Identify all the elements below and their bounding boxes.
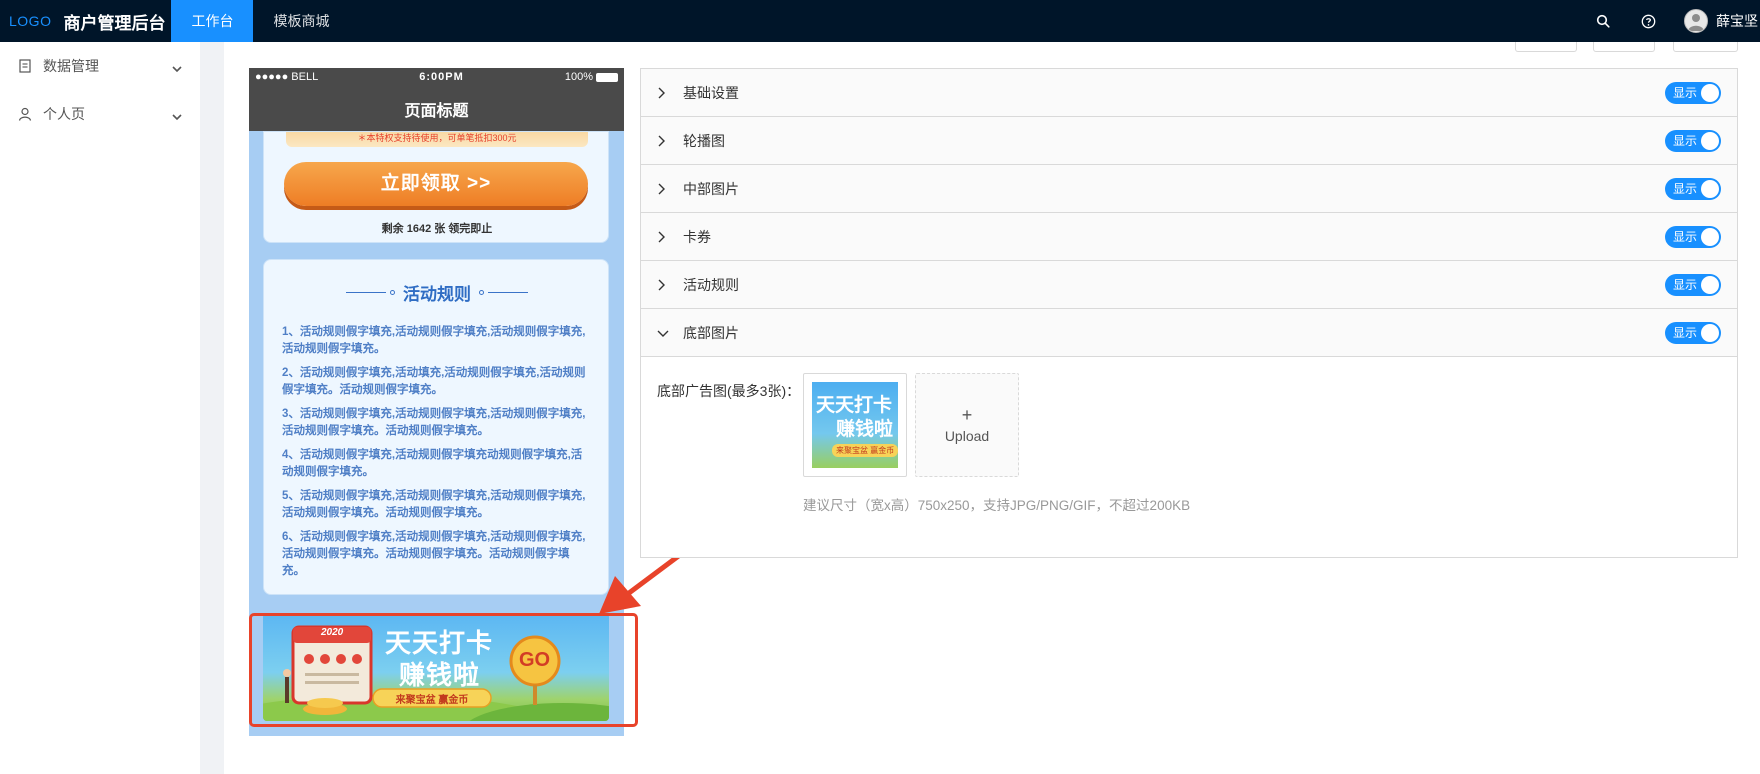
- rule-item: 6、活动规则假字填充,活动规则假字填充,活动规则假字填充,活动规则假字填充。活动…: [282, 531, 586, 577]
- toggle-knob: [1701, 132, 1719, 150]
- dot-icon: [390, 289, 395, 295]
- chevron-down-icon: [657, 327, 669, 339]
- toggle-text: 显示: [1673, 182, 1698, 196]
- chevron-right-icon: [657, 183, 669, 195]
- section-basic-settings[interactable]: 基础设置 显示: [641, 69, 1737, 117]
- display-toggle[interactable]: 显示: [1665, 82, 1721, 104]
- display-toggle[interactable]: 显示: [1665, 274, 1721, 296]
- logo: LOGO: [9, 13, 52, 29]
- phone-page-title: 页面标题: [249, 86, 624, 131]
- display-toggle[interactable]: 显示: [1665, 226, 1721, 248]
- toggle-text: 显示: [1673, 326, 1698, 340]
- rule-item: 1、活动规则假字填充,活动规则假字填充,活动规则假字填充,活动规则假字填充。: [282, 326, 586, 355]
- chevron-right-icon: [657, 135, 669, 147]
- chevron-right-icon: [657, 87, 669, 99]
- sidebar-item-label: 个人页: [43, 106, 85, 122]
- bottom-image-body: 底部广告图(最多3张)： 天天打卡 赚钱啦 来聚宝盆 赢金币 + Upload …: [641, 357, 1737, 554]
- chevron-down-icon: [172, 60, 182, 76]
- search-icon[interactable]: [1594, 12, 1612, 30]
- battery-icon: [595, 72, 618, 82]
- thumb-tag: 来聚宝盆 赢金币: [832, 444, 898, 457]
- toggle-knob: [1701, 324, 1719, 342]
- time-text: 6:00PM: [419, 71, 464, 83]
- upload-hint: 建议尺寸（宽x高）750x250，支持JPG/PNG/GIF，不超过200KB: [803, 498, 1191, 513]
- toggle-knob: [1701, 228, 1719, 246]
- toolbar-button[interactable]: [1515, 42, 1577, 52]
- section-coupon[interactable]: 卡券 显示: [641, 213, 1737, 261]
- section-label: 基础设置: [683, 84, 739, 101]
- upload-button[interactable]: + Upload: [915, 373, 1019, 477]
- section-label: 轮播图: [683, 132, 725, 149]
- upload-text: Upload: [944, 428, 990, 444]
- toolbar-button[interactable]: [1593, 42, 1655, 52]
- rules-card: 活动规则 1、活动规则假字填充,活动规则假字填充,活动规则假字填充,活动规则假字…: [263, 259, 609, 595]
- chevron-right-icon: [657, 279, 669, 291]
- toggle-text: 显示: [1673, 230, 1698, 244]
- section-label: 底部图片: [683, 324, 739, 341]
- rules-list: 1、活动规则假字填充,活动规则假字填充,活动规则假字填充,活动规则假字填充。 2…: [282, 324, 592, 587]
- chevron-right-icon: [657, 231, 669, 243]
- top-header: LOGO 商户管理后台 工作台 模板商城 薛宝坚: [0, 0, 1760, 42]
- sidebar-item-personal[interactable]: 个人页: [0, 90, 200, 138]
- rule-item: 3、活动规则假字填充,活动规则假字填充,活动规则假字填充,活动规则假字填充。活动…: [282, 408, 586, 437]
- carrier-text: ●●●●● BELL: [255, 71, 319, 83]
- display-toggle[interactable]: 显示: [1665, 322, 1721, 344]
- divider: [488, 291, 528, 293]
- help-icon[interactable]: [1639, 12, 1657, 30]
- toolbar-button[interactable]: [1673, 42, 1738, 52]
- section-label: 活动规则: [683, 276, 739, 293]
- highlight-box: [249, 613, 638, 727]
- tab-template-store[interactable]: 模板商城: [253, 0, 349, 42]
- thumbnail-image: 天天打卡 赚钱啦 来聚宝盆 赢金币: [812, 382, 898, 468]
- coupon-strip: ＊本特权支持待使用，可单笔抵扣300元: [286, 132, 588, 147]
- rule-item: 5、活动规则假字填充,活动规则假字填充,活动规则假字填充,活动规则假字填充。活动…: [282, 490, 586, 519]
- avatar[interactable]: [1684, 9, 1708, 33]
- section-label: 卡券: [683, 228, 711, 245]
- toggle-text: 显示: [1673, 134, 1698, 148]
- user-name[interactable]: 薛宝坚: [1716, 11, 1760, 31]
- upload-label: 底部广告图(最多3张)：: [657, 383, 801, 399]
- app-title: 商户管理后台: [63, 13, 166, 33]
- display-toggle[interactable]: 显示: [1665, 130, 1721, 152]
- sidebar-item-data-management[interactable]: 数据管理: [0, 42, 200, 90]
- toggle-text: 显示: [1673, 278, 1698, 292]
- toggle-text: 显示: [1673, 86, 1698, 100]
- section-label: 中部图片: [683, 180, 739, 197]
- rule-item: 2、活动规则假字填充,活动填充,活动规则假字填充,活动规则假字填充。活动规则假字…: [282, 367, 586, 396]
- toggle-knob: [1701, 84, 1719, 102]
- rules-title: 活动规则: [403, 284, 471, 304]
- plus-icon: +: [961, 405, 973, 425]
- thumb-text-1: 天天打卡: [816, 395, 893, 416]
- sidebar-item-label: 数据管理: [43, 58, 99, 74]
- rule-item: 4、活动规则假字填充,活动规则假字填充动规则假字填充,活动规则假字填充。: [282, 449, 583, 478]
- toggle-knob: [1701, 180, 1719, 198]
- remain-text: 剩余 1642 张 领完即止: [381, 223, 493, 235]
- toggle-knob: [1701, 276, 1719, 294]
- sidebar: 数据管理 个人页: [0, 42, 200, 774]
- section-activity-rules[interactable]: 活动规则 显示: [641, 261, 1737, 309]
- claim-button[interactable]: 立即领取 >>: [284, 162, 588, 206]
- coupon-card: ＊本特权支持待使用，可单笔抵扣300元 立即领取 >> 剩余 1642 张 领完…: [263, 131, 609, 243]
- phone-status-bar: ●●●●● BELL 6:00PM 100%: [249, 68, 624, 86]
- divider: [346, 291, 386, 293]
- dot-icon: [479, 289, 484, 295]
- display-toggle[interactable]: 显示: [1665, 178, 1721, 200]
- thumb-text-2: 赚钱啦: [836, 419, 894, 440]
- user-icon: [18, 106, 34, 122]
- section-carousel[interactable]: 轮播图 显示: [641, 117, 1737, 165]
- tab-workbench[interactable]: 工作台: [171, 0, 254, 42]
- chevron-down-icon: [172, 108, 182, 124]
- section-bottom-image[interactable]: 底部图片 显示: [641, 309, 1737, 357]
- file-icon: [18, 58, 34, 74]
- section-middle-image[interactable]: 中部图片 显示: [641, 165, 1737, 213]
- battery-text: 100%: [564, 71, 593, 83]
- uploaded-thumbnail[interactable]: 天天打卡 赚钱啦 来聚宝盆 赢金币: [803, 373, 907, 477]
- settings-panel: 基础设置 显示 轮播图 显示 中部图片 显示 卡券 显示 活动规则 显示 底部图…: [640, 68, 1738, 558]
